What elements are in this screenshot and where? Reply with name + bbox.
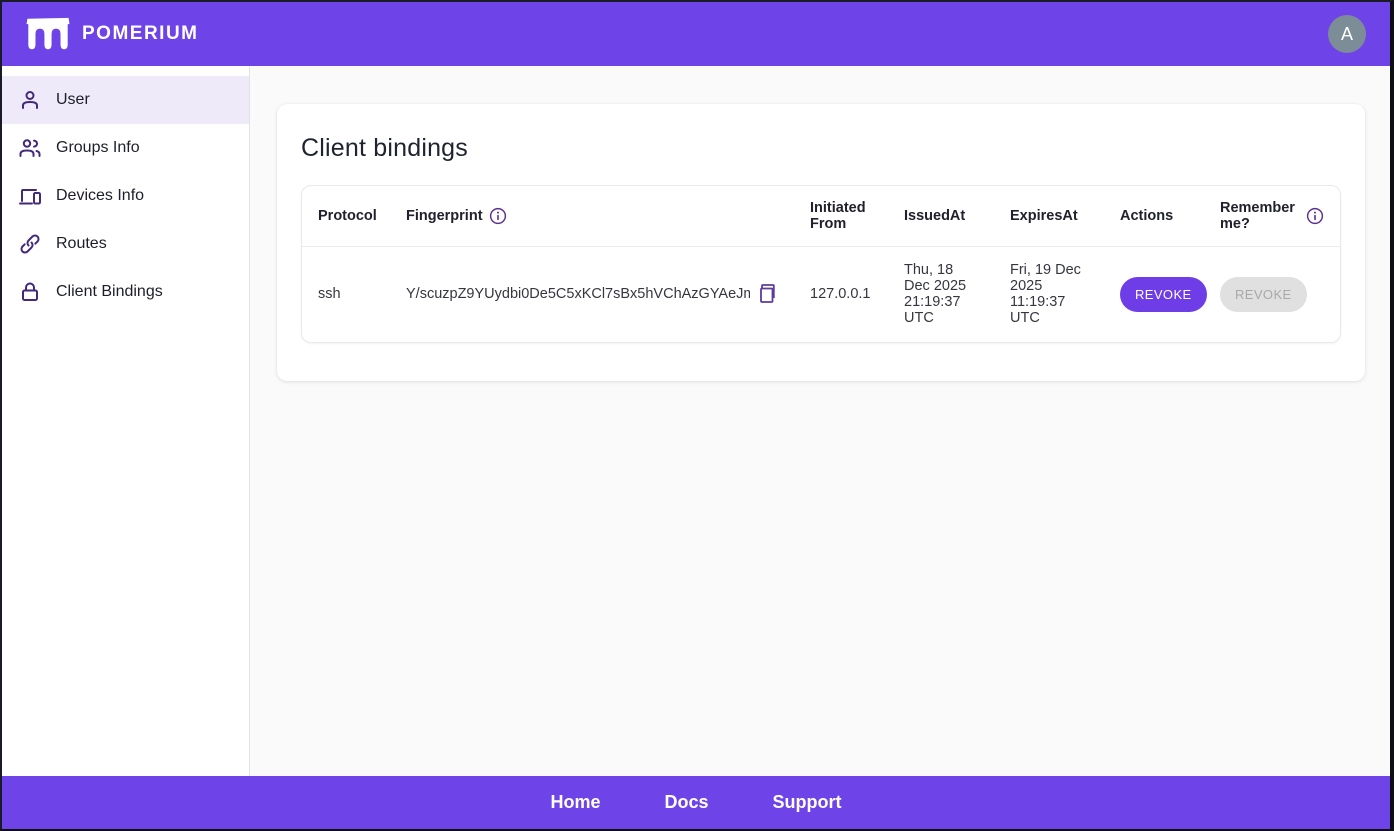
cell-actions: REVOKE [1104,247,1204,342]
cell-initiated-from: 127.0.0.1 [794,247,888,342]
table-row: ssh Y/scuzpZ9YUydbi0De5C5xKCl7sBx5hVChAz… [302,247,1340,342]
col-header-issued-at: IssuedAt [888,186,994,247]
cell-expires-at: Fri, 19 Dec 2025 11:19:37 UTC [994,247,1104,342]
brand[interactable]: POMERIUM [26,17,199,51]
top-navbar: POMERIUM A [2,2,1390,66]
col-header-initiated-from: Initiated From [794,186,888,247]
col-header-actions: Actions [1104,186,1204,247]
main-content: Client bindings Protocol [250,66,1390,776]
copy-fingerprint-button[interactable] [758,283,778,305]
sidebar-item-client-bindings[interactable]: Client Bindings [2,268,249,316]
sidebar-item-label: Devices Info [56,187,144,205]
sidebar: User Groups Info Devices Info [2,66,250,776]
sidebar-item-label: User [56,91,90,109]
footer-link-home[interactable]: Home [550,792,600,813]
revoke-remember-button-disabled: REVOKE [1220,277,1307,312]
sidebar-item-label: Groups Info [56,139,140,157]
cell-remember-me: REVOKE [1204,247,1340,342]
table-header-row: Protocol Fingerprint [302,186,1340,247]
brand-name: POMERIUM [82,23,199,45]
sidebar-item-routes[interactable]: Routes [2,220,249,268]
lock-icon [18,280,42,304]
col-header-remember-me: Remember me? [1204,186,1340,247]
info-icon[interactable] [489,207,507,225]
devices-icon [18,184,42,208]
client-bindings-card: Client bindings Protocol [277,104,1365,381]
sidebar-item-label: Routes [56,235,107,253]
footer: Home Docs Support [2,776,1390,829]
info-icon[interactable] [1306,207,1324,225]
footer-link-support[interactable]: Support [773,792,842,813]
groups-icon [18,136,42,160]
sidebar-item-user[interactable]: User [2,76,249,124]
sidebar-item-groups-info[interactable]: Groups Info [2,124,249,172]
col-header-fingerprint-label: Fingerprint [406,208,483,224]
fingerprint-value: Y/scuzpZ9YUydbi0De5C5xKCl7sBx5hVChAzGYAe… [406,286,750,302]
routes-icon [18,232,42,256]
footer-link-docs[interactable]: Docs [665,792,709,813]
bindings-table: Protocol Fingerprint [302,186,1340,342]
avatar-initial: A [1341,24,1353,45]
cell-issued-at: Thu, 18 Dec 2025 21:19:37 UTC [888,247,994,342]
col-header-fingerprint: Fingerprint [390,186,794,247]
sidebar-item-devices-info[interactable]: Devices Info [2,172,249,220]
aqueduct-icon [26,17,70,51]
col-header-protocol: Protocol [302,186,390,247]
revoke-button[interactable]: REVOKE [1120,277,1207,312]
user-icon [18,88,42,112]
col-header-remember-label: Remember me? [1220,200,1300,232]
avatar[interactable]: A [1328,15,1366,53]
page-title: Client bindings [301,134,1341,163]
sidebar-item-label: Client Bindings [56,283,163,301]
app-window: POMERIUM A User [0,0,1394,831]
bindings-table-container: Protocol Fingerprint [301,185,1341,343]
cell-protocol: ssh [302,247,390,342]
copy-icon [758,283,778,305]
cell-fingerprint: Y/scuzpZ9YUydbi0De5C5xKCl7sBx5hVChAzGYAe… [390,247,794,342]
col-header-expires-at: ExpiresAt [994,186,1104,247]
